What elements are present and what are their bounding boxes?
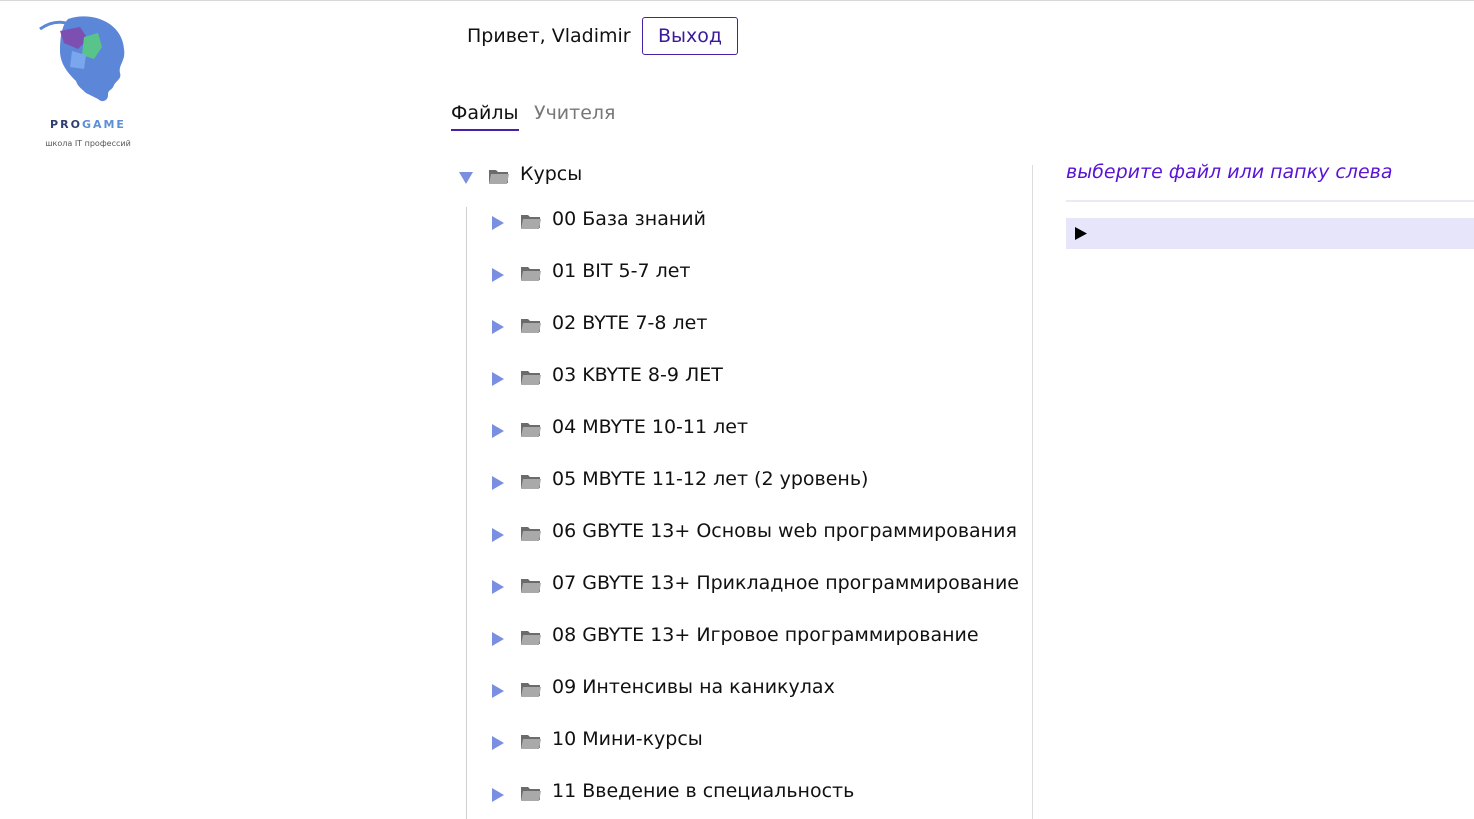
tree-item[interactable]: 11 Введение в специальность bbox=[490, 776, 854, 806]
expanded-triangle-icon[interactable] bbox=[458, 170, 474, 186]
collapsed-triangle-icon[interactable] bbox=[490, 735, 506, 751]
collapsed-triangle-icon[interactable] bbox=[490, 319, 506, 335]
tree-item-label[interactable]: 09 Интенсивы на каникулах bbox=[552, 676, 835, 698]
tree-item[interactable]: 08 GBYTE 13+ Игровое программирование bbox=[490, 620, 979, 650]
collapsed-triangle-icon[interactable] bbox=[490, 475, 506, 491]
folder-icon bbox=[521, 683, 541, 697]
preview-rule bbox=[1066, 200, 1474, 202]
tree-item[interactable]: 01 BIT 5-7 лет bbox=[490, 256, 690, 286]
collapsed-triangle-icon[interactable] bbox=[490, 423, 506, 439]
play-triangle-icon bbox=[1075, 227, 1087, 240]
folder-icon bbox=[521, 267, 541, 281]
tree-item[interactable]: 09 Интенсивы на каникулах bbox=[490, 672, 835, 702]
head-puzzle-logo-icon bbox=[39, 16, 125, 102]
folder-icon bbox=[521, 579, 541, 593]
tree-item-label[interactable]: 02 BYTE 7-8 лет bbox=[552, 312, 707, 334]
tree-item-label[interactable]: 04 MBYTE 10-11 лет bbox=[552, 416, 748, 438]
tree-guide-line bbox=[466, 207, 467, 819]
collapsed-triangle-icon[interactable] bbox=[490, 683, 506, 699]
tree-item-label[interactable]: 01 BIT 5-7 лет bbox=[552, 260, 690, 282]
brand-wordmark: PROGAME bbox=[50, 118, 126, 131]
user-greeting: Привет, Vladimir bbox=[467, 25, 631, 47]
folder-icon bbox=[521, 787, 541, 801]
tree-root-label[interactable]: Курсы bbox=[520, 163, 582, 185]
collapsed-triangle-icon[interactable] bbox=[490, 527, 506, 543]
panel-divider bbox=[1032, 165, 1033, 819]
tree-item[interactable]: 07 GBYTE 13+ Прикладное программирование bbox=[490, 568, 1019, 598]
collapsed-triangle-icon[interactable] bbox=[490, 787, 506, 803]
tree-item-label[interactable]: 06 GBYTE 13+ Основы web программирования bbox=[552, 520, 1017, 542]
tree-item-label[interactable]: 00 База знаний bbox=[552, 208, 706, 230]
tree-item[interactable]: 03 KBYTE 8-9 ЛЕТ bbox=[490, 360, 723, 390]
collapsed-triangle-icon[interactable] bbox=[490, 631, 506, 647]
folder-icon bbox=[521, 475, 541, 489]
tree-item[interactable]: 10 Мини-курсы bbox=[490, 724, 703, 754]
tree-item[interactable]: 04 MBYTE 10-11 лет bbox=[490, 412, 748, 442]
tree-item-label[interactable]: 11 Введение в специальность bbox=[552, 780, 854, 802]
brand-tagline: школа IT профессий bbox=[45, 139, 131, 148]
preview-hint: выберите файл или папку слева bbox=[1066, 161, 1393, 183]
folder-icon bbox=[521, 371, 541, 385]
tab-files[interactable]: Файлы bbox=[451, 102, 519, 131]
tree-item-label[interactable]: 08 GBYTE 13+ Игровое программирование bbox=[552, 624, 979, 646]
folder-icon bbox=[521, 319, 541, 333]
tree-item-label[interactable]: 10 Мини-курсы bbox=[552, 728, 703, 750]
tree-item[interactable]: 02 BYTE 7-8 лет bbox=[490, 308, 707, 338]
tree-item[interactable]: 00 База знаний bbox=[490, 204, 706, 234]
tree-item-label[interactable]: 03 KBYTE 8-9 ЛЕТ bbox=[552, 364, 723, 386]
tree-root-row[interactable]: Курсы bbox=[458, 159, 582, 189]
collapsed-triangle-icon[interactable] bbox=[490, 579, 506, 595]
collapsed-triangle-icon[interactable] bbox=[490, 371, 506, 387]
collapsed-triangle-icon[interactable] bbox=[490, 267, 506, 283]
folder-open-icon bbox=[489, 170, 509, 184]
tree-item[interactable]: 06 GBYTE 13+ Основы web программирования bbox=[490, 516, 1017, 546]
folder-icon bbox=[521, 631, 541, 645]
collapsed-triangle-icon[interactable] bbox=[490, 215, 506, 231]
folder-icon bbox=[521, 527, 541, 541]
logout-button[interactable]: Выход bbox=[642, 17, 738, 55]
folder-icon bbox=[521, 735, 541, 749]
tree-item[interactable]: 05 MBYTE 11-12 лет (2 уровень) bbox=[490, 464, 868, 494]
tab-teachers[interactable]: Учителя bbox=[534, 102, 615, 124]
tree-item-label[interactable]: 05 MBYTE 11-12 лет (2 уровень) bbox=[552, 468, 868, 490]
tree-item-label[interactable]: 07 GBYTE 13+ Прикладное программирование bbox=[552, 572, 1019, 594]
details-toggle[interactable] bbox=[1066, 218, 1474, 249]
folder-icon bbox=[521, 215, 541, 229]
progame-logo: PROGAME школа IT профессий bbox=[28, 15, 148, 155]
folder-icon bbox=[521, 423, 541, 437]
